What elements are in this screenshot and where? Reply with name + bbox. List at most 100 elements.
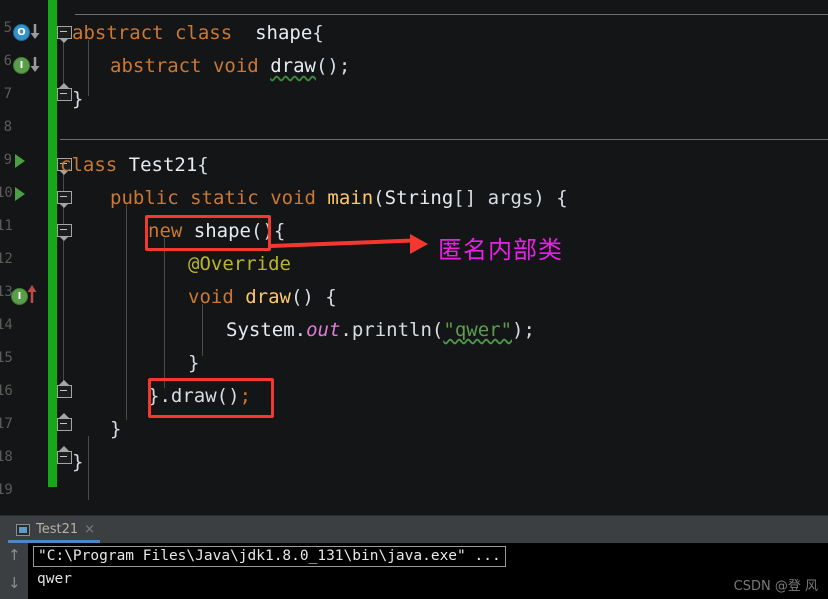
- code-token: .: [294, 319, 307, 341]
- code-token: String: [384, 187, 454, 209]
- run-console-panel: Test21 × ↑ ↓ "C:\Program Files\Java\jdk1…: [0, 516, 828, 599]
- line-number: 12: [0, 251, 13, 267]
- line-number: 8: [3, 119, 12, 135]
- code-token: class: [60, 154, 118, 176]
- code-token: abstract: [110, 55, 202, 77]
- console-program-output: qwer: [37, 571, 72, 587]
- code-token: class: [174, 22, 233, 44]
- line-number: 10: [0, 185, 13, 201]
- code-line: }: [188, 347, 199, 380]
- code-token: draw: [245, 286, 291, 308]
- annotation-arrow-head: [410, 234, 428, 254]
- line-number: 9: [3, 152, 12, 168]
- code-token: new: [148, 220, 183, 242]
- line-number: 17: [0, 416, 13, 432]
- line-number: 11: [0, 218, 13, 234]
- run-method-icon[interactable]: [15, 187, 25, 201]
- indent-guide: [164, 238, 165, 388]
- code-token: (){: [250, 220, 286, 242]
- code-line: new shape(){: [148, 215, 285, 248]
- indent-guide: [126, 205, 127, 420]
- code-token: System: [226, 319, 295, 341]
- code-line: }: [110, 413, 121, 446]
- code-line: System.out.println("qwer");: [226, 314, 535, 347]
- code-token: (): [216, 385, 240, 407]
- code-token: }: [72, 88, 84, 110]
- code-token: main: [327, 187, 374, 209]
- line-number: 19: [0, 482, 13, 498]
- code-line: public static void main(String[] args) {: [110, 182, 568, 215]
- code-token: [] args) {: [453, 187, 568, 209]
- arrow-down-icon: [30, 24, 40, 39]
- code-token: shape: [255, 22, 313, 44]
- code-token: }: [72, 451, 84, 473]
- code-line: @Override: [188, 248, 291, 281]
- code-line: }.draw();: [148, 380, 251, 413]
- code-token: abstract: [72, 22, 164, 44]
- override-glyph: O: [13, 24, 30, 41]
- code-token: }: [110, 418, 122, 440]
- code-token: static: [190, 187, 259, 209]
- code-line: void draw() {: [188, 281, 337, 314]
- code-token: Test21: [128, 154, 198, 176]
- implemented-method-icon[interactable]: I: [13, 57, 40, 75]
- code-line: abstract void draw();: [110, 50, 350, 83]
- code-token: .: [159, 385, 171, 407]
- indent-guide: [88, 436, 89, 500]
- code-token: ;: [239, 385, 252, 407]
- code-line: }: [72, 446, 83, 479]
- console-tab-test21[interactable]: Test21 ×: [10, 516, 101, 543]
- close-icon[interactable]: ×: [84, 522, 95, 537]
- code-token: draw: [170, 385, 217, 407]
- console-window-icon: [16, 523, 30, 536]
- scroll-up-button[interactable]: ↑: [8, 547, 21, 563]
- line-number: 15: [0, 350, 13, 366]
- line-number: 16: [0, 383, 13, 399]
- code-token: void: [270, 187, 316, 209]
- console-output-area[interactable]: "C:\Program Files\Java\jdk1.8.0_131\bin\…: [28, 543, 828, 599]
- watermark-text: CSDN @登 风: [733, 579, 818, 594]
- vcs-change-stripe: [48, 0, 57, 487]
- scroll-down-button[interactable]: ↓: [8, 575, 21, 591]
- code-token: ();: [315, 55, 351, 77]
- line-number: 18: [0, 449, 13, 465]
- code-token: {: [197, 154, 209, 176]
- code-token: }: [148, 385, 160, 407]
- code-token: shape: [193, 220, 251, 242]
- arrow-down-icon: [30, 57, 40, 72]
- line-number: 6: [3, 53, 12, 69]
- annotation-label: 匿名内部类: [438, 236, 563, 264]
- code-token: .println(: [340, 319, 444, 341]
- implementing-method-icon[interactable]: I: [11, 285, 37, 306]
- run-class-icon[interactable]: [15, 154, 25, 168]
- implemented-glyph: I: [13, 57, 30, 74]
- line-number: 14: [0, 317, 13, 333]
- code-token: void: [212, 55, 259, 77]
- arrow-up-icon: [27, 285, 37, 303]
- console-tab-bar: Test21 ×: [0, 516, 828, 543]
- override-method-icon[interactable]: O: [13, 24, 40, 42]
- code-token: (: [373, 187, 385, 209]
- console-command-line: "C:\Program Files\Java\jdk1.8.0_131\bin\…: [33, 546, 506, 567]
- ide-window: 5 6 7 8 9 10 11 12 13 14 15 16 17 18 19 …: [0, 0, 828, 599]
- code-line: class Test21{: [60, 149, 209, 182]
- code-token: draw: [270, 55, 316, 77]
- console-tab-label: Test21: [36, 522, 79, 537]
- code-token: () {: [290, 286, 337, 308]
- code-token: public: [110, 187, 179, 209]
- code-token: }: [188, 352, 200, 374]
- line-number: 7: [3, 86, 12, 102]
- code-token: {: [312, 22, 324, 44]
- code-token: @Override: [188, 253, 291, 275]
- line-number: 5: [3, 20, 12, 36]
